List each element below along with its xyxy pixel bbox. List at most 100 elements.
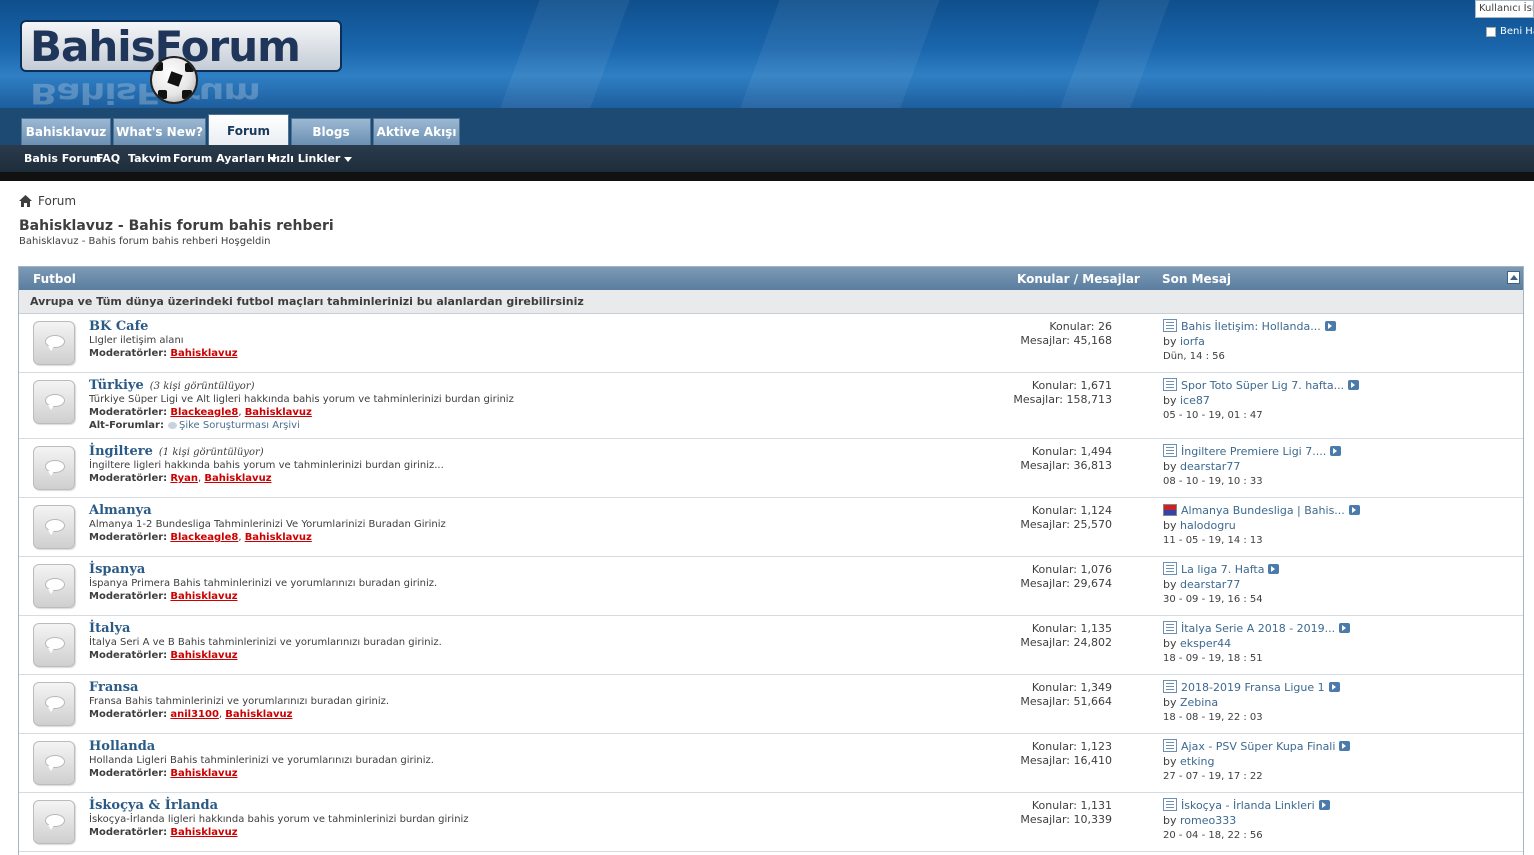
moderator-link[interactable]: Bahisklavuz <box>170 827 237 838</box>
category-title[interactable]: Futbol <box>33 272 76 286</box>
forum-title[interactable]: İngiltere <box>89 444 153 459</box>
last-post: La liga 7. Hafta by dearstar77 30 - 09 - 1… <box>1163 562 1280 607</box>
forum-status-icon <box>33 682 75 726</box>
subnav-forum-ayarlari[interactable]: Forum Ayarları <box>173 152 277 165</box>
subnav-faq[interactable]: FAQ <box>96 152 120 165</box>
last-post-user[interactable]: halodogru <box>1180 519 1236 532</box>
collapse-icon[interactable] <box>1507 271 1520 284</box>
go-to-last-post-icon[interactable] <box>1330 446 1342 456</box>
by-label: by <box>1163 755 1177 768</box>
moderator-link[interactable]: Blackeagle8 <box>170 407 238 418</box>
last-post-user[interactable]: romeo333 <box>1180 814 1236 827</box>
site-logo[interactable]: BahisForum BahisForum <box>20 20 342 108</box>
last-post-user[interactable]: dearstar77 <box>1180 578 1240 591</box>
header-divider <box>0 172 1534 181</box>
moderator-link[interactable]: Bahisklavuz <box>204 473 271 484</box>
last-post-title[interactable]: Spor Toto Süper Lig 7. hafta... <box>1181 379 1344 392</box>
breadcrumb-forum[interactable]: Forum <box>38 194 76 208</box>
moderator-link[interactable]: Bahisklavuz <box>245 532 312 543</box>
tab-aktive-akisi[interactable]: Aktive Akışı <box>373 118 460 145</box>
forum-title[interactable]: Fransa <box>89 680 138 695</box>
username-input[interactable]: Kullanıcı İsmi <box>1475 0 1534 18</box>
forum-threads: Konular: 1,124 <box>1020 504 1112 518</box>
tab-forum[interactable]: Forum <box>208 114 289 145</box>
moderator-link[interactable]: Bahisklavuz <box>225 709 292 720</box>
last-post-user[interactable]: dearstar77 <box>1180 460 1240 473</box>
moderator-link[interactable]: anil3100 <box>170 709 219 720</box>
last-post-title[interactable]: La liga 7. Hafta <box>1181 563 1264 576</box>
moderator-link[interactable]: Ryan <box>170 473 198 484</box>
last-post-title[interactable]: İskoçya - İrlanda Linkleri <box>1181 799 1315 812</box>
posts-label: Mesajlar: <box>1013 393 1063 406</box>
subforums-label: Alt-Forumlar: <box>89 420 164 431</box>
main-nav: Bahisklavuz What's New? Forum Blogs Akti… <box>0 108 1534 145</box>
forum-threads: Konular: 1,349 <box>1020 681 1112 695</box>
last-post-date: 08 - 10 - 19, 10 : 33 <box>1163 476 1263 487</box>
last-post-user[interactable]: ice87 <box>1180 394 1210 407</box>
forum-title[interactable]: Hollanda <box>89 739 155 754</box>
threads-count: 1,349 <box>1080 681 1113 694</box>
forum-title[interactable]: BK Cafe <box>89 319 148 334</box>
forum-title[interactable]: Almanya <box>89 503 152 518</box>
posts-count: 10,339 <box>1073 813 1113 826</box>
go-to-last-post-icon[interactable] <box>1348 505 1360 515</box>
threads-count: 1,124 <box>1080 504 1113 517</box>
moderator-link[interactable]: Bahisklavuz <box>170 348 237 359</box>
thread-icon <box>1163 319 1177 332</box>
subforum-link[interactable]: Şike Soruşturması Arşivi <box>179 420 300 431</box>
go-to-last-post-icon[interactable] <box>1318 800 1330 810</box>
last-post-title[interactable]: İngiltere Premiere Ligi 7.... <box>1181 445 1326 458</box>
forum-row: BK Cafe LIgler iletişim alanı Moderatörler… <box>19 314 1523 373</box>
forum-title[interactable]: Türkiye <box>89 378 144 393</box>
forum-threads: Konular: 1,671 <box>1013 379 1112 393</box>
last-post-title[interactable]: Ajax - PSV Süper Kupa Finali <box>1181 740 1335 753</box>
tab-blogs[interactable]: Blogs <box>291 118 371 145</box>
last-post-title[interactable]: İtalya Serie A 2018 - 2019... <box>1181 622 1335 635</box>
moderator-link[interactable]: Bahisklavuz <box>245 407 312 418</box>
last-post-date: 18 - 08 - 19, 22 : 03 <box>1163 712 1263 723</box>
forum-status-icon <box>33 623 75 667</box>
breadcrumb: Forum <box>19 194 76 208</box>
last-post-user[interactable]: eksper44 <box>1180 637 1231 650</box>
forum-title[interactable]: İspanya <box>89 562 145 577</box>
go-to-last-post-icon[interactable] <box>1339 741 1351 751</box>
forum-row: Türkiye (3 kişi görüntülüyor) Türkiye Süpe… <box>19 373 1523 439</box>
last-post-user[interactable]: iorfa <box>1180 335 1205 348</box>
home-icon[interactable] <box>19 195 32 207</box>
forum-threads: Konular: 1,135 <box>1020 622 1112 636</box>
moderator-link[interactable]: Bahisklavuz <box>170 591 237 602</box>
forum-title-line: Hollanda <box>89 739 155 754</box>
last-post-title[interactable]: 2018-2019 Fransa Ligue 1 <box>1181 681 1325 694</box>
forum-row: İngiltere (1 kişi görüntülüyor) İngiltere … <box>19 439 1523 498</box>
remember-checkbox[interactable] <box>1486 26 1496 37</box>
last-post-user[interactable]: etking <box>1180 755 1214 768</box>
go-to-last-post-icon[interactable] <box>1324 321 1336 331</box>
last-post-title[interactable]: Almanya Bundesliga | Bahis... <box>1181 504 1345 517</box>
subnav-takvim[interactable]: Takvim <box>128 152 171 165</box>
forum-status-icon <box>33 505 75 549</box>
forum-threads: Konular: 1,494 <box>1020 445 1112 459</box>
forum-title-line: Türkiye (3 kişi görüntülüyor) <box>89 378 255 393</box>
remember-me[interactable]: Beni Hatırla <box>1486 26 1534 37</box>
go-to-last-post-icon[interactable] <box>1328 682 1340 692</box>
last-post-title[interactable]: Bahis İletişim: Hollanda... <box>1181 320 1321 333</box>
forum-posts: Mesajlar: 25,570 <box>1020 518 1112 532</box>
moderator-link[interactable]: Blackeagle8 <box>170 532 238 543</box>
forum-title[interactable]: İskoçya & İrlanda <box>89 798 218 813</box>
go-to-last-post-icon[interactable] <box>1268 564 1280 574</box>
tab-whats-new[interactable]: What's New? <box>113 118 206 145</box>
posts-label: Mesajlar: <box>1020 754 1070 767</box>
go-to-last-post-icon[interactable] <box>1339 623 1351 633</box>
page-title: Bahisklavuz - Bahis forum bahis rehberi <box>19 218 334 234</box>
moderator-link[interactable]: Bahisklavuz <box>170 768 237 779</box>
forum-title[interactable]: İtalya <box>89 621 130 636</box>
subnav-bahis-forum[interactable]: Bahis Forum <box>24 152 101 165</box>
moderators-label: Moderatörler: <box>89 407 168 418</box>
category-header: Futbol Konular / Mesajlar Son Mesaj <box>19 267 1523 290</box>
subnav-hizli-linkler[interactable]: Hızlı Linkler <box>267 152 353 165</box>
last-post-user[interactable]: Zebina <box>1180 696 1218 709</box>
go-to-last-post-icon[interactable] <box>1348 380 1360 390</box>
moderator-link[interactable]: Bahisklavuz <box>170 650 237 661</box>
forum-stats: Konular: 1,076 Mesajlar: 29,674 <box>1020 563 1112 591</box>
tab-bahisklavuz[interactable]: Bahisklavuz <box>21 118 111 145</box>
